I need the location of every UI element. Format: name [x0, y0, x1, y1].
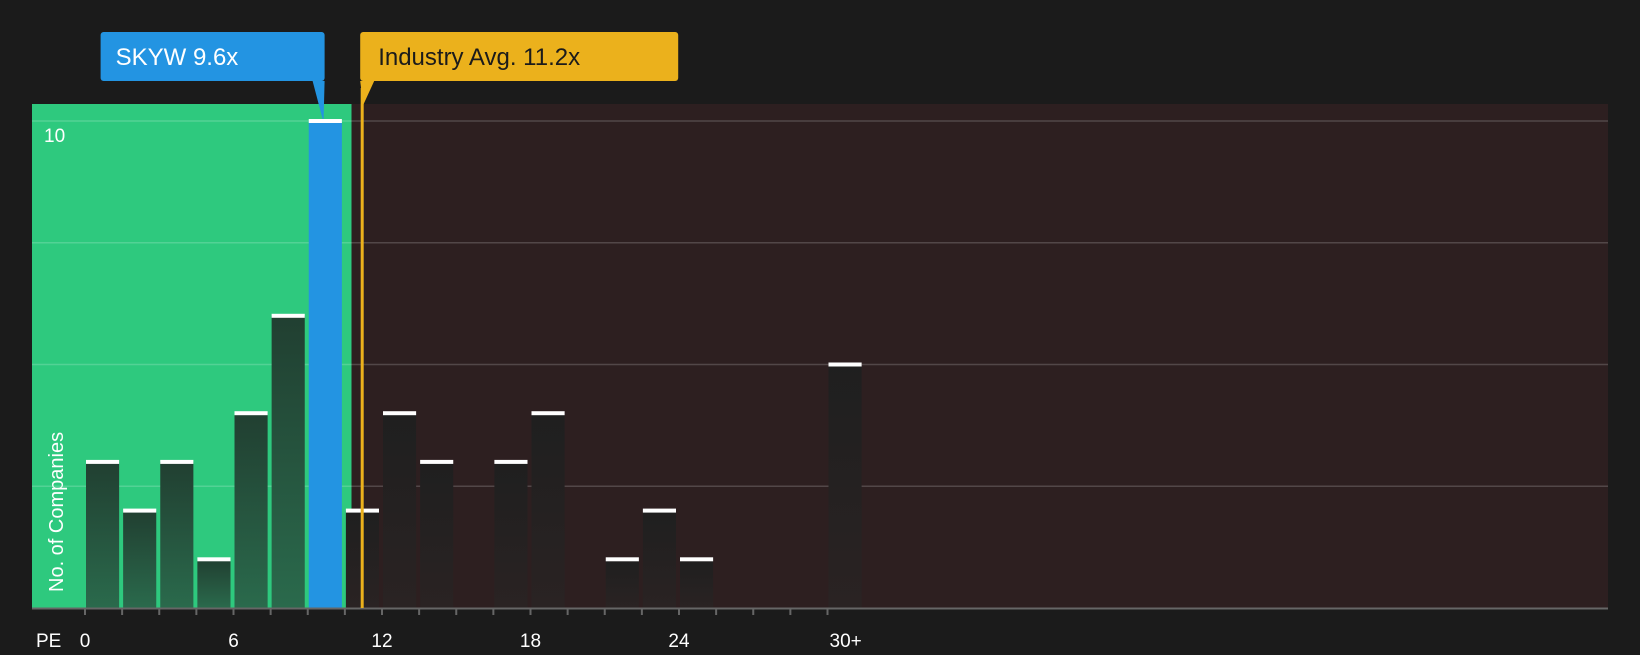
- histogram-bar-cap: [383, 411, 417, 416]
- histogram-bar: [86, 461, 120, 608]
- histogram-bar: [160, 461, 194, 608]
- histogram-bar: [234, 413, 268, 608]
- pe-distribution-chart: 0 6 12 18 24 30+ SKYW 9.6x Industry Avg. 11.2…: [0, 0, 1640, 652]
- histogram-bar-cap: [308, 119, 342, 123]
- histogram-bar-cap: [86, 459, 120, 464]
- x-tick-label: 12: [371, 631, 392, 650]
- histogram-bar-cap: [494, 459, 528, 464]
- histogram-bar: [383, 413, 417, 608]
- x-tick-label: 0: [80, 631, 91, 650]
- chart-svg: 0 6 12 18 24 30+ SKYW 9.6x Industry Avg. 11.2…: [32, 32, 1608, 652]
- histogram-bar-cap: [160, 459, 194, 464]
- y-axis-title: No. of Companies: [46, 432, 68, 592]
- x-tick-label: 24: [668, 631, 690, 650]
- company-label: SKYW 9.6x: [116, 44, 239, 71]
- histogram-bar-cap: [828, 362, 862, 367]
- histogram-bar: [531, 413, 565, 608]
- histogram-bar: [271, 315, 305, 608]
- histogram-bar-cap: [123, 508, 157, 513]
- y-tick-label: 10: [44, 126, 65, 147]
- x-axis-title: PE: [36, 631, 61, 650]
- histogram-bar-cap: [197, 557, 231, 562]
- histogram-bar: [605, 559, 639, 608]
- histogram-bar: [420, 461, 454, 608]
- x-tick-label: 6: [228, 631, 239, 650]
- x-axis-ticks: 0 6 12 18 24 30+: [80, 608, 862, 652]
- histogram-bar: [308, 121, 342, 608]
- histogram-bar-cap: [680, 557, 714, 562]
- histogram-bar: [123, 510, 157, 608]
- histogram-bar: [494, 461, 528, 608]
- histogram-bar: [642, 510, 676, 608]
- industry-average-label: Industry Avg. 11.2x: [378, 44, 580, 71]
- histogram-bar: [828, 364, 862, 608]
- histogram-bar-cap: [420, 459, 454, 464]
- histogram-bar: [197, 559, 231, 608]
- histogram-bar-cap: [605, 557, 639, 562]
- x-tick-label: 18: [520, 631, 541, 650]
- histogram-bar-cap: [271, 313, 305, 318]
- x-tick-label: 30+: [830, 631, 862, 650]
- histogram-bar-cap: [234, 411, 268, 416]
- histogram-bar-cap: [531, 411, 565, 416]
- histogram-bar-cap: [642, 508, 676, 513]
- histogram-bar: [680, 559, 714, 608]
